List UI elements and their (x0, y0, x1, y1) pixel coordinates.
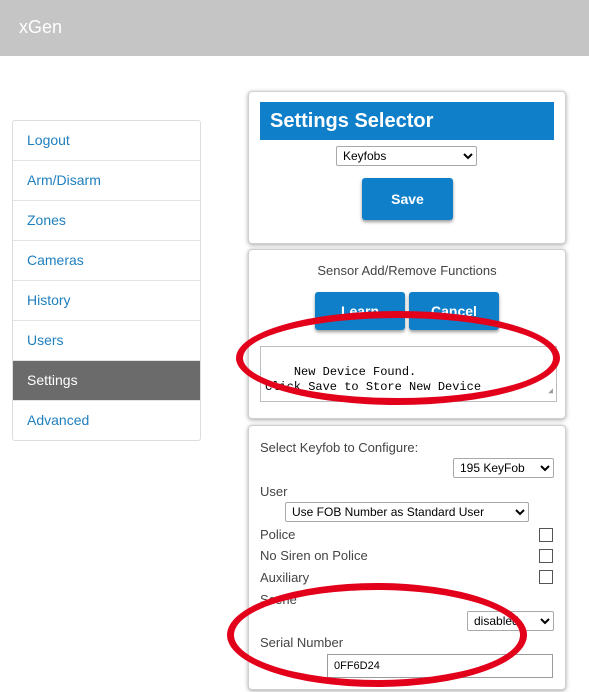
sidebar-item-logout[interactable]: Logout (13, 121, 200, 161)
learn-button[interactable]: Learn (315, 292, 405, 330)
user-label: User (260, 484, 288, 499)
no-siren-checkbox[interactable] (539, 549, 553, 563)
sensor-functions-title: Sensor Add/Remove Functions (317, 263, 497, 278)
device-status-textarea[interactable]: New Device Found. Click Save to Store Ne… (260, 346, 557, 402)
scene-label: Scene (260, 592, 297, 607)
auxiliary-checkbox[interactable] (539, 570, 553, 584)
select-keyfob-label: Select Keyfob to Configure: (260, 440, 419, 455)
settings-selector-title: Settings Selector (260, 102, 554, 140)
sidebar-item-cameras[interactable]: Cameras (13, 241, 200, 281)
cancel-button[interactable]: Cancel (409, 292, 499, 330)
sidebar-item-users[interactable]: Users (13, 321, 200, 361)
sidebar-item-zones[interactable]: Zones (13, 201, 200, 241)
user-select[interactable]: Use FOB Number as Standard User (285, 502, 529, 522)
police-checkbox[interactable] (539, 528, 553, 542)
settings-type-select[interactable]: Keyfobs (336, 146, 477, 166)
keyfob-config-panel: Select Keyfob to Configure: 195 KeyFob U… (248, 425, 566, 690)
sidebar-nav: Logout Arm/Disarm Zones Cameras History … (12, 120, 201, 441)
sidebar-item-settings[interactable]: Settings (13, 361, 200, 401)
serial-number-input[interactable]: 0FF6D24 (327, 654, 553, 678)
sidebar-item-arm-disarm[interactable]: Arm/Disarm (13, 161, 200, 201)
app-title: xGen (19, 17, 63, 37)
top-bar: xGen (0, 0, 589, 56)
sidebar-item-history[interactable]: History (13, 281, 200, 321)
auxiliary-label: Auxiliary (260, 570, 310, 585)
no-siren-label: No Siren on Police (260, 548, 368, 563)
serial-number-label: Serial Number (260, 635, 344, 650)
sensor-functions-panel: Sensor Add/Remove Functions Learn Cancel… (248, 249, 566, 419)
resize-grip-icon[interactable]: ◢ (548, 384, 553, 399)
keyfob-select[interactable]: 195 KeyFob (453, 458, 554, 478)
device-status-message: New Device Found. Click Save to Store Ne… (265, 365, 482, 394)
sidebar-item-advanced[interactable]: Advanced (13, 401, 200, 440)
settings-selector-panel: Settings Selector Keyfobs Save (248, 91, 566, 244)
police-label: Police (260, 527, 296, 542)
scene-select[interactable]: disabled (467, 611, 554, 631)
save-button[interactable]: Save (362, 178, 453, 220)
